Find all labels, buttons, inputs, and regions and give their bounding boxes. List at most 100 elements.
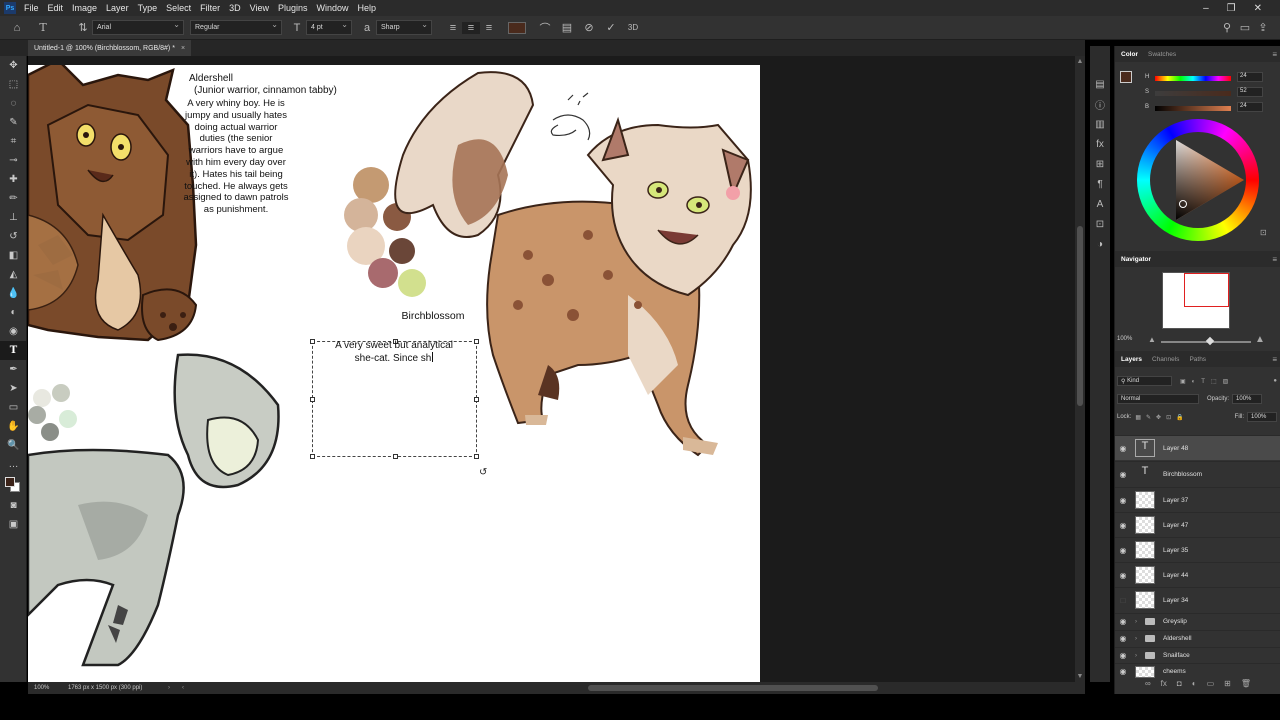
layer-row-layer-37[interactable]: ◉ Layer 37 [1115,487,1280,512]
layers-panel-menu-icon[interactable]: ≡ [1272,355,1277,364]
layer-group-snailface[interactable]: ◉ › Snailface [1115,647,1280,663]
menu-image[interactable]: Image [72,3,97,13]
align-center-icon[interactable]: ≡ [462,21,480,34]
zoom-level[interactable]: 100% [28,685,68,691]
history-brush-tool-icon[interactable]: ↺ [0,227,27,246]
healing-brush-tool-icon[interactable]: ✚ [0,170,27,189]
hand-tool-icon[interactable]: ✋ [0,417,27,436]
menu-layer[interactable]: Layer [106,3,129,13]
character-panel-icon[interactable]: A [1090,194,1110,214]
status-menu-icon[interactable]: › [168,685,182,691]
font-style-select[interactable]: Regular [190,20,282,35]
character-panel-icon[interactable]: ▤ [558,21,576,34]
eye-hidden-icon[interactable]: □ [1115,596,1131,605]
navigator-thumbnail[interactable] [1162,272,1230,329]
tab-paths[interactable]: Paths [1189,356,1206,363]
layer-row-layer-44[interactable]: ◉ Layer 44 [1115,562,1280,587]
layer-group-aldershell[interactable]: ◉ › Aldershell [1115,630,1280,646]
layer-row-cheems[interactable]: ◉ cheems [1115,663,1280,679]
textbox-handle-tr[interactable] [474,339,479,344]
color-panel-menu-icon[interactable]: ≡ [1272,50,1277,59]
hue-slider[interactable]: H 24 [1145,72,1280,84]
eye-icon[interactable]: ◉ [1115,496,1131,505]
textbox-handle-bl[interactable] [310,454,315,459]
tab-navigator[interactable]: Navigator [1121,256,1151,263]
textbox-handle-mr[interactable] [474,397,479,402]
lasso-tool-icon[interactable]: ◌ [0,94,27,113]
move-tool-icon[interactable]: ✥ [0,56,27,75]
vertical-scrollbar[interactable]: ▲ ▼ [1075,56,1085,682]
tab-layers[interactable]: Layers [1121,356,1142,363]
layer-name[interactable]: Layer 48 [1163,445,1188,452]
link-layers-icon[interactable]: ∞ [1145,679,1151,693]
commit-edits-icon[interactable]: ✓ [602,21,620,34]
horizontal-scroll-thumb[interactable] [588,685,878,691]
maximize-button[interactable]: ❐ [1227,3,1236,14]
textbox-handle-ml[interactable] [310,397,315,402]
blend-mode-select[interactable]: Normal [1117,394,1199,404]
workspace-icon[interactable]: ▭ [1236,21,1254,34]
foreground-background-colors[interactable] [0,474,27,496]
search-icon[interactable]: ⚲ [1218,21,1236,34]
more-tools-icon[interactable]: … [0,455,27,474]
saturation-slider[interactable]: S 52 [1145,87,1280,99]
layer-filter-kind[interactable]: ⚲ Kind [1117,376,1172,386]
eye-icon[interactable]: ◉ [1115,521,1131,530]
toggle-text-orientation-icon[interactable]: ⇅ [74,21,92,34]
zoom-in-icon[interactable]: ▲ [1255,334,1265,345]
brightness-slider[interactable]: B 24 [1145,102,1280,114]
layer-row-layer-34[interactable]: □ Layer 34 [1115,587,1280,612]
pen-tool-icon[interactable]: ✒ [0,360,27,379]
lock-icons[interactable]: ▦✎✥⊡🔒 [1135,414,1188,421]
document-tab[interactable]: Untitled-1 @ 100% (Birchblossom, RGB/8#)… [28,40,192,56]
menu-edit[interactable]: Edit [48,3,64,13]
path-selection-tool-icon[interactable]: ➤ [0,379,27,398]
dodge-tool-icon[interactable]: ◐ [0,303,27,322]
info-panel-icon[interactable]: ⓘ [1090,94,1110,114]
foreground-color-swatch[interactable] [5,477,15,487]
layer-row-birchblossom[interactable]: ◉ T Birchblossom [1115,461,1280,486]
navigator-zoom-slider[interactable] [1161,336,1251,346]
home-icon[interactable]: ⌂ [8,22,26,34]
layer-row-layer-48[interactable]: ◉ T Layer 48 [1115,435,1280,460]
layer-filter-icons[interactable]: ▣◐T⬚▨ [1180,378,1234,385]
menu-select[interactable]: Select [166,3,191,13]
align-left-icon[interactable]: ≡ [444,22,462,34]
scroll-down-icon[interactable]: ▼ [1075,673,1085,680]
document-info[interactable]: 1763 px x 1500 px (300 ppi) [68,685,168,691]
color-wheel-options-icon[interactable]: ⊡ [1260,228,1267,237]
eye-icon[interactable]: ◉ [1115,444,1131,453]
menu-3d[interactable]: 3D [229,3,241,13]
new-group-icon[interactable]: ▭ [1207,679,1215,693]
current-color-swatch[interactable] [1120,71,1132,83]
layer-name[interactable]: Layer 44 [1163,572,1188,579]
vertical-scroll-thumb[interactable] [1077,226,1083,406]
menu-view[interactable]: View [250,3,269,13]
font-size-select[interactable]: 4 pt [306,20,352,35]
menu-file[interactable]: File [24,3,39,13]
scroll-up-icon[interactable]: ▲ [1075,58,1085,65]
sponge-tool-icon[interactable]: ◉ [0,322,27,341]
layer-group-greyslip[interactable]: ◉ › Greyslip [1115,613,1280,629]
layer-row-layer-47[interactable]: ◉ Layer 47 [1115,512,1280,537]
share-icon[interactable]: ⇪ [1254,21,1272,34]
menu-plugins[interactable]: Plugins [278,3,308,13]
quick-mask-icon[interactable]: ◙ [0,496,27,515]
menu-window[interactable]: Window [317,3,349,13]
cancel-edits-icon[interactable]: ⊘ [580,21,598,34]
styles-panel-icon[interactable]: fx [1090,134,1110,154]
navigator-panel-menu-icon[interactable]: ≡ [1272,255,1277,264]
group-name[interactable]: Aldershell [1163,635,1192,642]
group-name[interactable]: Greyslip [1163,618,1187,625]
eye-icon[interactable]: ◉ [1115,470,1131,479]
paragraph-panel-icon[interactable]: ¶ [1090,174,1110,194]
layer-row-layer-35[interactable]: ◉ Layer 35 [1115,537,1280,562]
type-tool-preset-icon[interactable]: T [34,21,52,34]
type-tool-icon[interactable]: T [0,341,27,360]
canvas-workspace[interactable]: Aldershell (Junior warrior, cinnamon tab… [28,56,1075,682]
menu-help[interactable]: Help [358,3,377,13]
fill-value[interactable]: 100% [1247,412,1277,422]
textbox-handle-br[interactable] [474,454,479,459]
libraries-panel-icon[interactable]: ◑ [1090,234,1110,254]
minimize-button[interactable]: – [1203,3,1209,14]
